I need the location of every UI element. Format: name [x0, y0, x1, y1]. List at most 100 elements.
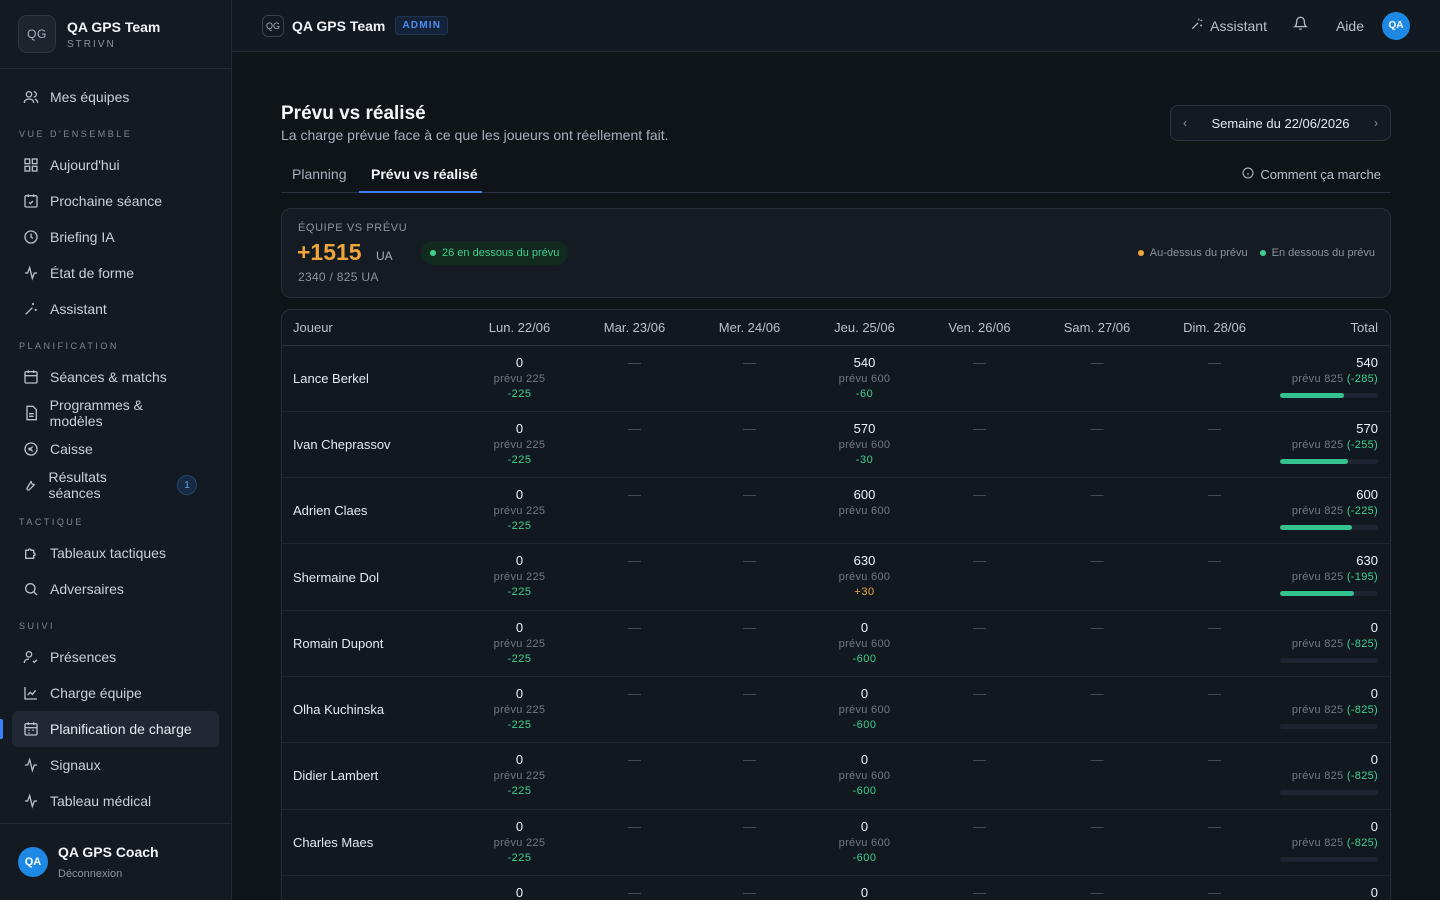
progress-bar [1280, 525, 1378, 531]
sidebar-nav: Mes équipes VUE D'ENSEMBLE Aujourd'hui Proc… [0, 69, 231, 819]
sidebar-item-sidebar-sections-3-items-0[interactable]: Présences [0, 639, 219, 675]
total-delta: (-825) [1346, 836, 1378, 849]
tab-planning[interactable]: Planning [292, 166, 347, 182]
table-row[interactable]: Charles Maes 0 prévu 225 -225— —0 prévu 600 -6… [282, 809, 1390, 876]
actual-value: 630 [853, 553, 876, 569]
sidebar-item-sidebar-sections-2-items-1[interactable]: Adversaires [0, 571, 219, 607]
help-link[interactable]: Aide [1336, 18, 1364, 34]
bell-icon[interactable] [1292, 16, 1309, 36]
col-header[interactable]: Mar. 23/06 [577, 310, 692, 346]
player-name[interactable]: Romain Dupont [282, 610, 462, 677]
sidebar-item-sidebar-sections-1-items-0[interactable]: Séances & matchs [0, 359, 219, 395]
header-avatar[interactable]: QA [1382, 11, 1410, 40]
table-row[interactable]: Shermaine Dol 0 prévu 225 -225— —630 prévu 60… [282, 543, 1390, 611]
sidebar-item-sidebar-sections-0-items-1[interactable]: Prochaine séance [0, 183, 219, 219]
sidebar-item-sidebar-sections-0-items-3[interactable]: État de forme [0, 255, 219, 291]
total-planned: prévu 825 (-825) [1272, 835, 1378, 851]
sidebar-item-sidebar-sections-0-items-4[interactable]: Assistant [0, 291, 219, 327]
chevron-right-icon[interactable]: › [1374, 116, 1378, 130]
empty-day-cell: — [692, 477, 807, 545]
below-plan-text: 26 en dessous du prévu [442, 247, 560, 259]
total-actual: 600 [1356, 487, 1378, 503]
table-row[interactable]: Lance Berkel 0 prévu 225 -225— —540 prévu 600… [282, 345, 1390, 412]
sidebar-item-sidebar-sections-3-items-2[interactable]: Planification de charge [0, 711, 219, 747]
actual-value: 0 [515, 685, 524, 701]
day-cell: 0 prévu 225 -225 [462, 610, 577, 677]
planned-value: prévu 225 [493, 770, 546, 783]
table-row[interactable]: Olha Kuchinska 0 prévu 225 -225— —0 prévu 600… [282, 676, 1390, 744]
delta-value: -600 [852, 652, 877, 665]
day-cell: 600 prévu 600 [807, 477, 922, 545]
sidebar-item-sidebar-sections-0-items-2[interactable]: Briefing IA [0, 219, 219, 255]
team-logo: QG [18, 15, 56, 53]
empty-day-cell: — [692, 809, 807, 876]
actual-value: 0 [515, 884, 524, 900]
day-cell: 0 prévu 225 -225 [462, 345, 577, 412]
total-delta: (-225) [1346, 505, 1378, 518]
user-avatar[interactable]: QA [18, 847, 48, 877]
player-name[interactable]: Shermaine Dol [282, 543, 462, 611]
total-planned: prévu 825 (-255) [1272, 437, 1378, 453]
total-actual: 0 [1370, 752, 1378, 768]
sidebar-item-label: Mes équipes [50, 89, 130, 105]
actual-value: 0 [515, 420, 524, 436]
col-header[interactable]: Jeu. 25/06 [807, 310, 922, 346]
total-planned: prévu 825 (-825) [1272, 768, 1378, 784]
col-header[interactable]: Mer. 24/06 [692, 310, 807, 346]
empty-day-cell: — [922, 875, 1037, 900]
delta-value: -225 [507, 453, 532, 466]
sidebar-item-sidebar-top_item[interactable]: Mes équipes [0, 79, 219, 115]
col-header[interactable]: Total [1272, 310, 1390, 346]
week-label: Semaine du 22/06/2026 [1211, 115, 1350, 131]
total-planned-label: prévu 825 [1291, 770, 1344, 783]
progress-bar [1280, 657, 1378, 663]
delta-value: -225 [507, 851, 532, 864]
chevron-left-icon[interactable]: ‹ [1183, 116, 1187, 130]
sidebar-item-sidebar-sections-1-items-3[interactable]: Résultats séances 1 [0, 467, 219, 503]
day-cell: 0 [462, 875, 577, 900]
page-title: Prévu vs réalisé [281, 103, 426, 124]
table-row[interactable]: 0— —0— — —0 [282, 875, 1390, 900]
col-header[interactable]: Sam. 27/06 [1037, 310, 1157, 346]
tab-prevu-vs-realise[interactable]: Prévu vs réalisé [371, 166, 478, 182]
planned-value: prévu 600 [838, 637, 891, 650]
sidebar-item-sidebar-sections-3-items-3[interactable]: Signaux [0, 747, 219, 783]
delta-value: -600 [852, 718, 877, 731]
col-header[interactable]: Ven. 26/06 [922, 310, 1037, 346]
sidebar-item-label: Adversaires [50, 581, 124, 597]
brand[interactable]: QG QA GPS Team STRIVN [0, 0, 231, 69]
total-delta: (-195) [1346, 571, 1378, 584]
player-name[interactable] [282, 875, 462, 900]
table-row[interactable]: Ivan Cheprassov 0 prévu 225 -225— —570 prévu … [282, 411, 1390, 479]
player-name[interactable]: Adrien Claes [282, 477, 462, 545]
table-row[interactable]: Romain Dupont 0 prévu 225 -225— —0 prévu 600-… [282, 610, 1390, 677]
sidebar-item-sidebar-sections-3-items-4[interactable]: Tableau médical [0, 783, 219, 819]
player-name[interactable]: Olha Kuchinska [282, 676, 462, 744]
table-row[interactable]: Didier Lambert 0 prévu 225 -225— —0 prévu 600… [282, 742, 1390, 810]
table-row[interactable]: Adrien Claes 0 prévu 225 -225— —600 prévu 600… [282, 477, 1390, 545]
total-actual: 630 [1356, 553, 1378, 569]
actual-value: 0 [515, 354, 524, 370]
total-planned-label: prévu 825 [1291, 372, 1344, 385]
day-cell: 0 prévu 225 -225 [462, 742, 577, 810]
sidebar-item-sidebar-sections-1-items-1[interactable]: Programmes & modèles [0, 395, 219, 431]
euro-icon [22, 440, 40, 458]
how-it-works-link[interactable]: Comment ça marche [1242, 167, 1381, 182]
player-name[interactable]: Lance Berkel [282, 345, 462, 412]
total-planned-label: prévu 825 [1291, 836, 1344, 849]
sidebar-item-sidebar-sections-1-items-2[interactable]: Caisse [0, 431, 219, 467]
assistant-button[interactable]: Assistant [1190, 17, 1267, 34]
player-name[interactable]: Charles Maes [282, 809, 462, 876]
sidebar-item-sidebar-sections-0-items-0[interactable]: Aujourd'hui [0, 147, 219, 183]
col-header[interactable]: Lun. 22/06 [462, 310, 577, 346]
col-header[interactable]: Joueur [282, 310, 462, 346]
sidebar-item-sidebar-sections-3-items-1[interactable]: Charge équipe [0, 675, 219, 711]
sidebar-item-label: Séances & matchs [50, 369, 167, 385]
player-name[interactable]: Ivan Cheprassov [282, 411, 462, 479]
sidebar-item-label: Tableaux tactiques [50, 545, 166, 561]
col-header[interactable]: Dim. 28/06 [1157, 310, 1272, 346]
player-name[interactable]: Didier Lambert [282, 742, 462, 810]
sidebar-item-sidebar-sections-2-items-0[interactable]: Tableaux tactiques [0, 535, 219, 571]
logout-link[interactable]: Déconnexion [58, 868, 159, 880]
sidebar-item-label: Planification de charge [50, 721, 192, 737]
